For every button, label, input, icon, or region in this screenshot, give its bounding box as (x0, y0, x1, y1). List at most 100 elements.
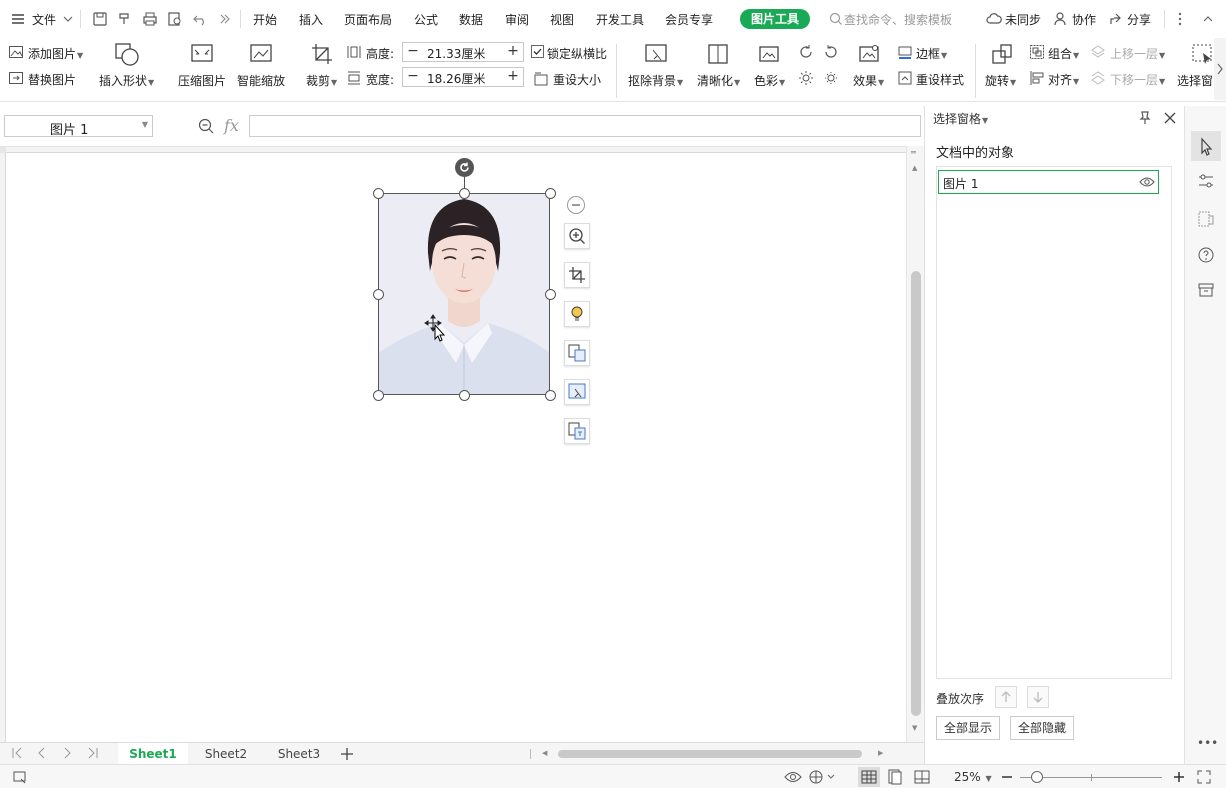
resize-handle-left[interactable] (373, 289, 384, 300)
picture-translate-tool-icon[interactable] (564, 418, 590, 444)
row-headers[interactable] (0, 153, 6, 743)
height-increment-button[interactable]: + (503, 43, 523, 61)
scroll-up-icon[interactable]: ▲ (912, 164, 917, 172)
replace-picture-button[interactable]: 替换图片 (28, 71, 76, 88)
archive-icon[interactable] (1197, 281, 1215, 299)
name-box[interactable]: 图片 1 ▼ (4, 115, 153, 138)
zoom-slider-thumb[interactable] (1031, 771, 1043, 783)
height-input[interactable]: 21.33厘米 (427, 45, 485, 62)
tab-formula[interactable]: 公式 (414, 11, 438, 28)
smart-scale-button[interactable]: 智能缩放 (237, 72, 285, 89)
insert-shape-button[interactable]: 插入形状▼ (99, 72, 154, 89)
vertical-scroll-thumb[interactable] (911, 271, 921, 716)
crop-button[interactable]: 裁剪▼ (306, 72, 337, 89)
chevron-down-icon[interactable] (62, 11, 78, 27)
collapse-ribbon-icon[interactable] (1200, 11, 1216, 27)
brightness-down-icon[interactable] (823, 70, 839, 86)
last-sheet-icon[interactable] (86, 746, 100, 760)
more-vertical-icon[interactable] (1172, 11, 1188, 27)
more-icon[interactable] (218, 11, 234, 27)
sheet-tab-sheet3[interactable]: Sheet3 (264, 743, 334, 765)
column-headers[interactable] (6, 147, 906, 153)
eye-icon[interactable] (1139, 175, 1155, 189)
send-backward-button[interactable]: 下移一层▼ (1110, 71, 1165, 88)
picture-selection-frame[interactable] (378, 193, 550, 395)
resize-handle-right[interactable] (545, 289, 556, 300)
list-item[interactable]: 图片 1 (938, 170, 1159, 194)
help-icon[interactable] (1197, 246, 1215, 264)
sheet-tab-sheet1[interactable]: Sheet1 (118, 743, 188, 765)
remove-bg-tool-icon[interactable] (564, 379, 590, 405)
remove-background-button[interactable]: 抠除背景▼ (628, 72, 683, 89)
transform-icon[interactable] (1197, 210, 1215, 228)
search-command[interactable]: 查找命令、搜索模板 (844, 11, 952, 28)
tab-picture-tools[interactable]: 图片工具 (740, 9, 810, 29)
fullscreen-icon[interactable] (1196, 769, 1212, 785)
brightness-up-icon[interactable] (798, 70, 814, 86)
zoom-in-icon[interactable] (1172, 769, 1186, 785)
align-button[interactable]: 对齐▼ (1048, 71, 1079, 88)
picture-to-text-tool-icon[interactable] (564, 340, 590, 366)
select-cursor-icon[interactable] (1191, 131, 1221, 161)
rotate-button[interactable]: 旋转▼ (985, 72, 1016, 89)
scroll-left-icon[interactable]: ◀ (542, 749, 547, 757)
resize-handle-top[interactable] (459, 188, 470, 199)
tab-review[interactable]: 审阅 (505, 11, 529, 28)
show-all-button[interactable]: 全部显示 (936, 716, 1000, 740)
scroll-right-icon[interactable]: ▶ (878, 749, 883, 757)
resize-handle-bottom[interactable] (459, 390, 470, 401)
vertical-scrollbar[interactable]: ═ ▲ ▼ (906, 146, 924, 742)
cloud-sync-icon[interactable] (986, 11, 1002, 27)
name-box-dropdown-icon[interactable]: ▼ (142, 120, 148, 129)
group-button[interactable]: 组合▼ (1048, 45, 1079, 62)
tab-page-layout[interactable]: 页面布局 (344, 11, 392, 28)
sharpen-button[interactable]: 清晰化▼ (697, 72, 740, 89)
page-break-view-icon[interactable] (914, 769, 930, 785)
first-sheet-icon[interactable] (10, 746, 24, 760)
eye-protection-icon[interactable] (784, 769, 802, 785)
effects-button[interactable]: 效果▼ (853, 72, 884, 89)
crop-tool-icon[interactable] (564, 262, 590, 288)
bring-forward-button[interactable]: 上移一层▼ (1110, 45, 1165, 62)
tabs-splitter[interactable] (530, 749, 531, 759)
reset-style-button[interactable]: 重设样式 (916, 71, 964, 88)
resize-handle-top-left[interactable] (373, 188, 384, 199)
lock-ratio-checkbox[interactable] (531, 45, 544, 58)
undo-icon[interactable] (192, 11, 208, 27)
reset-size-button[interactable]: 重设大小 (553, 71, 601, 88)
width-input[interactable]: 18.26厘米 (427, 70, 485, 87)
reading-mode-icon[interactable] (808, 769, 836, 785)
tab-home[interactable]: 开始 (253, 11, 277, 28)
collapse-tools-icon[interactable] (567, 196, 585, 214)
horizontal-scroll-thumb[interactable] (558, 750, 862, 758)
height-decrement-button[interactable]: − (403, 43, 423, 61)
print-icon[interactable] (142, 11, 158, 27)
close-icon[interactable] (1162, 110, 1178, 126)
sheet-tab-sheet2[interactable]: Sheet2 (192, 743, 260, 765)
sidebar-more-icon[interactable]: ••• (1197, 736, 1218, 750)
tab-data[interactable]: 数据 (459, 11, 483, 28)
next-sheet-icon[interactable] (60, 746, 74, 760)
selection-pane-button[interactable]: 选择窗 (1177, 72, 1213, 89)
resize-handle-bottom-left[interactable] (373, 390, 384, 401)
hamburger-menu-icon[interactable] (10, 11, 26, 27)
color-button[interactable]: 色彩▼ (754, 72, 785, 89)
properties-sliders-icon[interactable] (1197, 172, 1215, 190)
file-menu[interactable]: 文件 (32, 11, 56, 28)
rotate-handle-icon[interactable] (455, 158, 474, 177)
rotate-right-icon[interactable] (823, 44, 839, 60)
scroll-top-icon[interactable]: ═ (911, 148, 916, 157)
height-stepper[interactable]: − 21.33厘米 + (402, 42, 524, 62)
resize-handle-bottom-right[interactable] (545, 390, 556, 401)
smart-idea-tool-icon[interactable] (564, 301, 590, 327)
scroll-down-icon[interactable]: ▼ (912, 724, 917, 732)
zoom-level[interactable]: 25% ▼ (954, 770, 992, 784)
print-preview-icon[interactable] (167, 11, 183, 27)
zoom-out-icon[interactable] (1000, 769, 1014, 785)
fx-icon[interactable]: fx (224, 116, 239, 135)
macro-record-icon[interactable] (12, 769, 28, 785)
format-painter-icon[interactable] (117, 11, 133, 27)
resize-handle-top-right[interactable] (545, 188, 556, 199)
collab-user-icon[interactable] (1053, 11, 1069, 27)
save-icon[interactable] (92, 11, 108, 27)
